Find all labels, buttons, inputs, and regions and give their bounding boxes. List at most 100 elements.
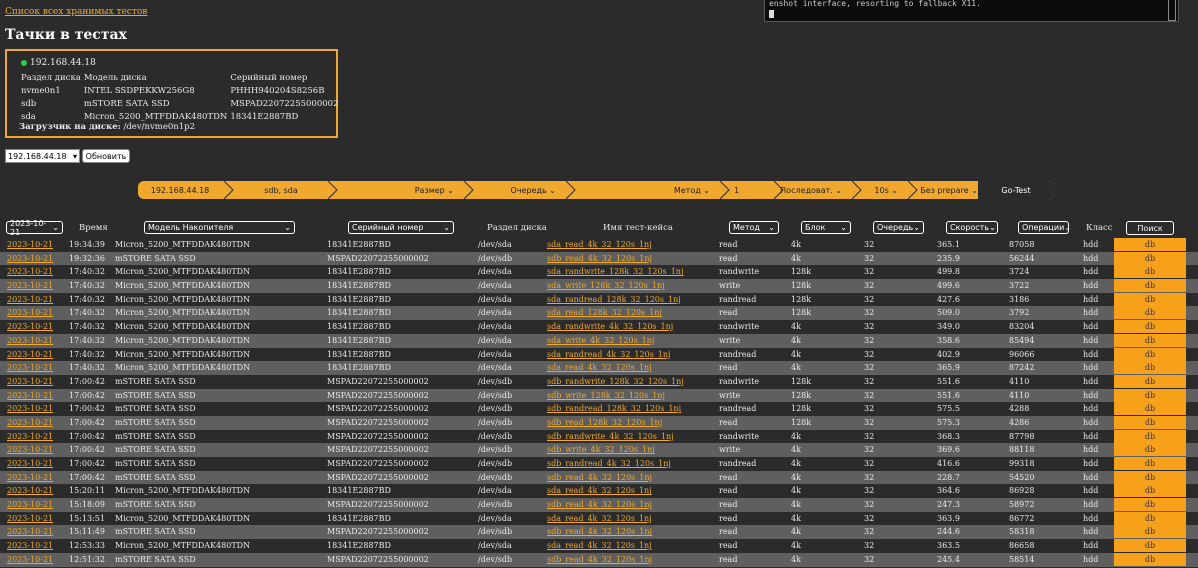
row-date[interactable]: 2023-10-21 [7, 308, 53, 317]
row-date[interactable]: 2023-10-21 [7, 555, 53, 564]
row-date[interactable]: 2023-10-21 [7, 322, 53, 331]
ops-filter[interactable]: Операции ⌄ [1018, 221, 1071, 234]
row-date[interactable]: 2023-10-21 [7, 377, 53, 386]
row-db-button[interactable]: db [1114, 265, 1186, 279]
row-date[interactable]: 2023-10-21 [7, 418, 53, 427]
row-testcase[interactable]: sda_read_4k_32_120s_1nj [547, 514, 652, 523]
row-db-button[interactable]: db [1114, 415, 1186, 429]
row-testcase[interactable]: sdb_randread_4k_32_120s_1nj [547, 459, 671, 468]
queue-filter[interactable]: Очередь ⌄ [873, 221, 924, 234]
pipeline-prepare-select[interactable]: Без prepare ⌄ [920, 181, 978, 199]
row-db-button[interactable]: db [1114, 374, 1186, 388]
row-testcase[interactable]: sda_read_4k_32_120s_1nj [547, 486, 652, 495]
serial-filter[interactable]: Серийный номер ⌄ [348, 221, 454, 234]
row-partition: /dev/sdb [478, 554, 513, 564]
row-date[interactable]: 2023-10-21 [7, 486, 53, 495]
row-db-button[interactable]: db [1114, 402, 1186, 416]
row-db-button[interactable]: db [1114, 306, 1186, 320]
pipeline-disks[interactable]: sdb, sda [236, 181, 326, 199]
row-db-button[interactable]: db [1114, 279, 1186, 293]
row-db-button[interactable]: db [1114, 525, 1186, 539]
block-filter[interactable]: Блок ⌄ [801, 221, 851, 234]
row-testcase[interactable]: sdb_randread_128k_32_120s_1nj [547, 404, 681, 413]
row-date[interactable]: 2023-10-21 [7, 445, 53, 454]
model-filter[interactable]: Модель Накопителя ⌄ [144, 221, 295, 234]
pipeline-sequence-select[interactable]: Последоват. ⌄ [780, 181, 850, 199]
row-testcase[interactable]: sdb_write_128k_32_120s_1nj [547, 391, 665, 400]
row-date[interactable]: 2023-10-21 [7, 473, 53, 482]
pipeline-size-select[interactable]: Размер ⌄ [340, 181, 462, 199]
chevron-right-icon [851, 181, 862, 199]
row-testcase[interactable]: sdb_read_128k_32_120s_1nj [547, 418, 662, 427]
row-date[interactable]: 2023-10-21 [7, 459, 53, 468]
stored-tests-link[interactable]: Список всех хранимых тестов [5, 7, 147, 17]
row-db-button[interactable]: db [1114, 498, 1186, 512]
row-testcase[interactable]: sda_randread_4k_32_120s_1nj [547, 350, 671, 359]
row-testcase[interactable]: sda_read_4k_32_120s_1nj [547, 363, 652, 372]
row-db-button[interactable]: db [1114, 539, 1186, 553]
row-date[interactable]: 2023-10-21 [7, 391, 53, 400]
row-db-button[interactable]: db [1114, 552, 1186, 566]
row-db-button[interactable]: db [1114, 238, 1186, 251]
row-db-button[interactable]: db [1114, 457, 1186, 470]
pipeline-ip[interactable]: 192.168.44.18 [138, 181, 222, 199]
pipeline-queue-select[interactable]: Очередь ⌄ [476, 181, 564, 199]
row-testcase[interactable]: sda_read_128k_32_120s_1nj [547, 308, 662, 317]
row-db-button[interactable]: db [1114, 347, 1186, 361]
disk-model: INTEL SSDPEKKW256G8 [83, 85, 195, 96]
row-testcase[interactable]: sda_write_4k_32_120s_1nj [547, 336, 654, 345]
terminal-scrollbar[interactable] [1168, 0, 1176, 21]
row-date[interactable]: 2023-10-21 [7, 295, 53, 304]
row-date[interactable]: 2023-10-21 [7, 267, 53, 276]
row-date[interactable]: 2023-10-21 [7, 281, 53, 290]
row-date[interactable]: 2023-10-21 [7, 541, 53, 550]
row-testcase[interactable]: sdb_read_4k_32_120s_1nj [547, 473, 652, 482]
row-db-button[interactable]: db [1114, 511, 1186, 525]
machine-select[interactable]: 192.168.44.18 ▾ [5, 149, 80, 163]
row-testcase[interactable]: sdb_write_4k_32_120s_1nj [547, 445, 655, 454]
row-date[interactable]: 2023-10-21 [7, 527, 53, 536]
row-date[interactable]: 2023-10-21 [7, 432, 53, 441]
row-db-button[interactable]: db [1114, 388, 1186, 402]
row-db-button[interactable]: db [1114, 320, 1186, 334]
speed-filter[interactable]: Скорость ⌄ [946, 221, 998, 234]
row-testcase[interactable]: sdb_read_4k_32_120s_1nj [547, 254, 652, 263]
row-testcase[interactable]: sda_read_4k_32_120s_1nj [547, 541, 652, 550]
row-db-button[interactable]: db [1114, 333, 1186, 347]
row-date[interactable]: 2023-10-21 [7, 363, 53, 372]
date-filter[interactable]: 2023-10-21 ⌄ [6, 219, 63, 237]
row-testcase[interactable]: sdb_read_4k_32_120s_1nj [547, 555, 652, 564]
row-testcase[interactable]: sdb_randwrite_128k_32_120s_1nj [547, 377, 684, 386]
row-db-button[interactable]: db [1114, 251, 1186, 265]
pipeline-duration-select[interactable]: 10s ⌄ [864, 181, 906, 199]
row-testcase[interactable]: sda_randwrite_128k_32_120s_1nj [547, 267, 683, 276]
row-db-button[interactable]: db [1114, 443, 1186, 457]
row-db-button[interactable]: db [1114, 484, 1186, 498]
row-testcase[interactable]: sdb_randwrite_4k_32_120s_1nj [547, 432, 674, 441]
row-testcase[interactable]: sdb_read_4k_32_120s_1nj [547, 527, 652, 536]
row-db-button[interactable]: db [1114, 361, 1186, 375]
pipeline-block-field[interactable]: 1 [732, 181, 772, 199]
row-testcase[interactable]: sdb_read_4k_32_120s_1nj [547, 500, 652, 509]
row-date[interactable]: 2023-10-21 [7, 254, 53, 263]
refresh-button[interactable]: Обновить [82, 149, 130, 163]
search-button[interactable]: Поиск [1126, 221, 1174, 235]
method-filter[interactable]: Метод ⌄ [729, 221, 779, 234]
row-db-button[interactable]: db [1114, 292, 1186, 306]
row-date[interactable]: 2023-10-21 [7, 404, 53, 413]
row-date[interactable]: 2023-10-21 [7, 336, 53, 345]
row-testcase[interactable]: sda_write_128k_32_120s_1nj [547, 281, 665, 290]
row-testcase[interactable]: sda_read_4k_32_120s_1nj [547, 240, 652, 249]
row-date[interactable]: 2023-10-21 [7, 514, 53, 523]
row-testcase[interactable]: sda_randwrite_4k_32_120s_1nj [547, 322, 673, 331]
row-testcase[interactable]: sda_randread_128k_32_120s_1nj [547, 295, 681, 304]
row-time: 17:40:32 [69, 349, 105, 359]
pipeline-method-select[interactable]: Метод ⌄ [578, 181, 718, 199]
row-method: read [719, 500, 738, 510]
row-date[interactable]: 2023-10-21 [7, 240, 53, 249]
row-db-button[interactable]: db [1114, 429, 1186, 443]
row-date[interactable]: 2023-10-21 [7, 350, 53, 359]
row-date[interactable]: 2023-10-21 [7, 500, 53, 509]
row-db-button[interactable]: db [1114, 470, 1186, 484]
go-test-button[interactable]: Go-Test [978, 181, 1054, 199]
